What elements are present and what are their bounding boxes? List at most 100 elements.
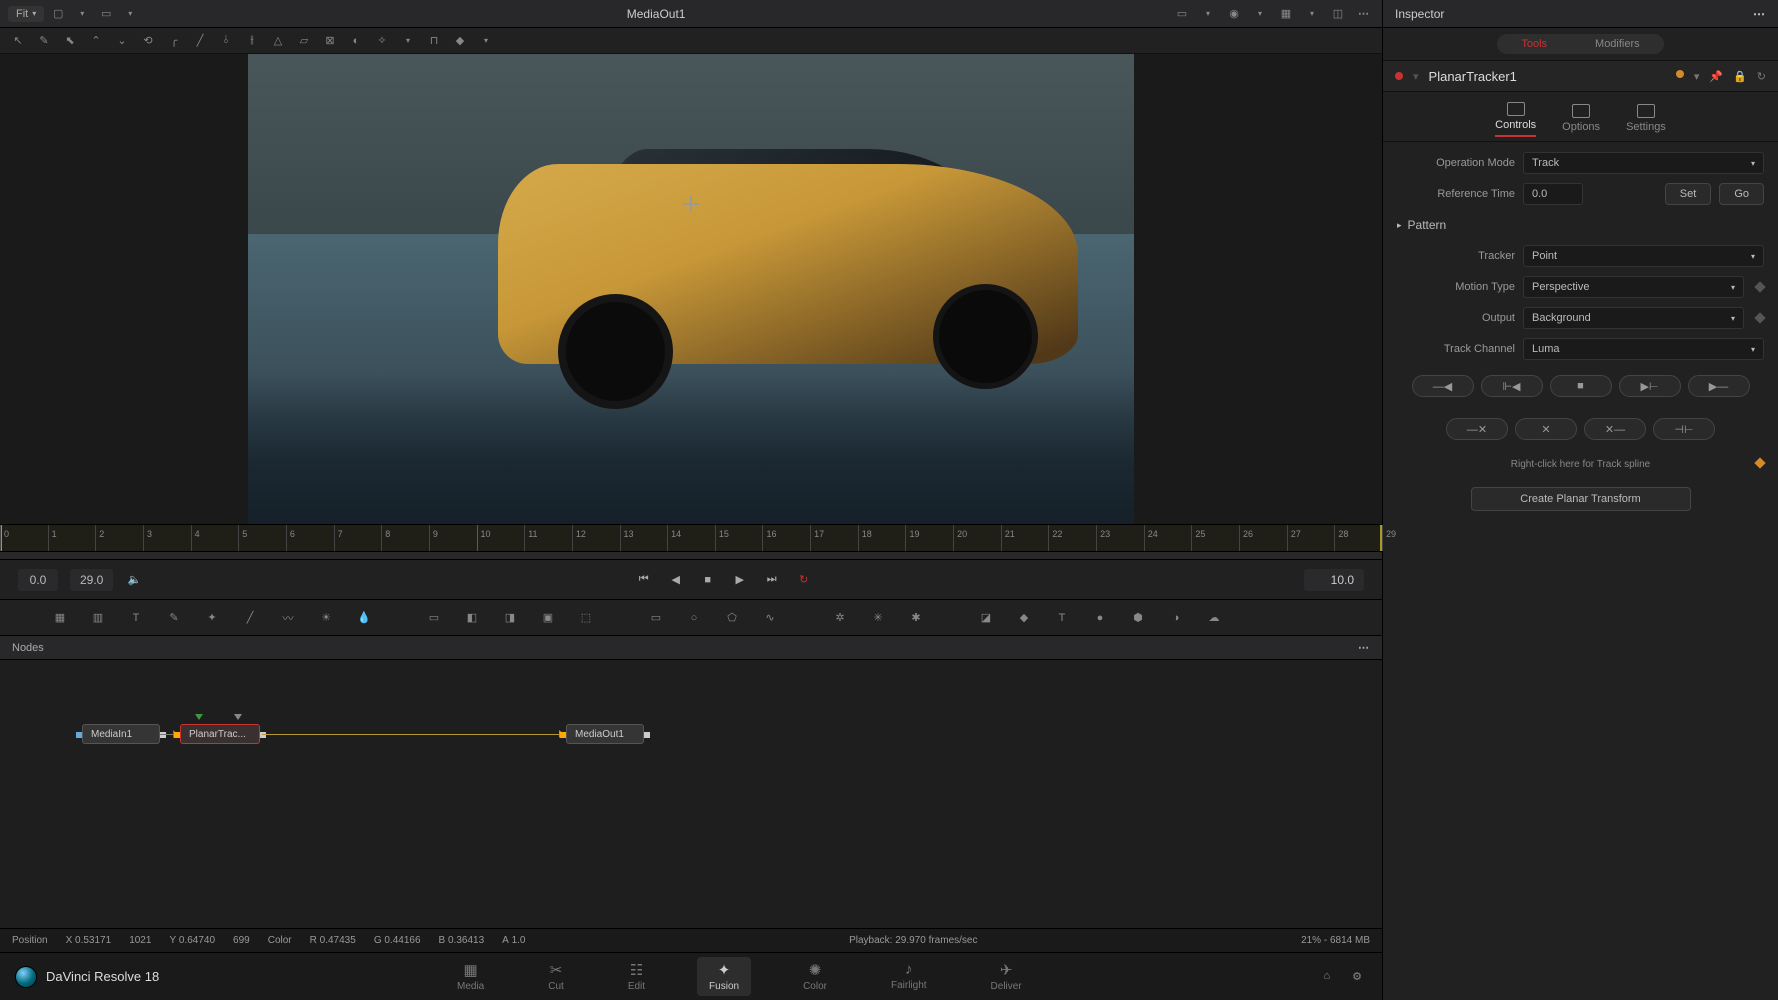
page-tab-deliver[interactable]: ✈Deliver — [979, 957, 1034, 996]
text-tool-icon[interactable]: T — [126, 608, 146, 628]
polygon-mask-icon[interactable]: ⬠ — [722, 608, 742, 628]
insert-point-icon[interactable]: ⌃ — [88, 33, 104, 49]
trim-button[interactable]: ⊣⊢ — [1653, 418, 1715, 440]
motion-type-dropdown[interactable]: Perspective▾ — [1523, 276, 1744, 298]
node-mediaout1[interactable]: MediaOut1 — [566, 724, 644, 744]
page-tab-edit[interactable]: ☷Edit — [616, 957, 657, 996]
delete-after-button[interactable]: ✕— — [1584, 418, 1646, 440]
key-icon[interactable]: ◆ — [452, 33, 468, 49]
keyframe-indicator-icon[interactable] — [1676, 70, 1684, 78]
tab-modifiers[interactable]: Modifiers — [1571, 34, 1664, 54]
key-dd-icon[interactable]: ▾ — [478, 33, 494, 49]
range-in-field[interactable]: 0.0 — [18, 569, 58, 591]
hue-tool-icon[interactable]: 💧 — [354, 608, 374, 628]
prender-tool-icon[interactable]: ✳ — [868, 608, 888, 628]
delete-before-button[interactable]: —✕ — [1446, 418, 1508, 440]
node-port-out-icon[interactable] — [260, 732, 266, 738]
track-to-start-button[interactable]: —◀ — [1412, 375, 1474, 397]
node-port-in-icon[interactable] — [174, 732, 180, 738]
go-start-icon[interactable]: ⏮ — [635, 571, 653, 589]
text3d-tool-icon[interactable]: T — [1052, 608, 1072, 628]
track-spline-hint[interactable]: Right-click here for Track spline — [1511, 459, 1651, 470]
keyframe-diamond-icon[interactable] — [1754, 312, 1765, 323]
keyframe-diamond-icon[interactable] — [1754, 457, 1765, 468]
particles-tool-icon[interactable]: ✲ — [830, 608, 850, 628]
track-to-end-button[interactable]: ▶— — [1688, 375, 1750, 397]
background-tool-icon[interactable]: ▦ — [50, 608, 70, 628]
bspline-mask-icon[interactable]: ∿ — [760, 608, 780, 628]
fit-zoom-dropdown[interactable]: Fit▾ — [8, 6, 44, 22]
keyframe-diamond-icon[interactable] — [1754, 281, 1765, 292]
playhead[interactable] — [477, 525, 478, 551]
create-planar-transform-button[interactable]: Create Planar Transform — [1471, 487, 1691, 511]
home-icon[interactable]: ⌂ — [1323, 970, 1330, 983]
shape3d-tool-icon[interactable]: ◪ — [976, 608, 996, 628]
subview-dd-icon[interactable]: ▾ — [1198, 5, 1218, 23]
magnet-icon[interactable]: ⊓ — [426, 33, 442, 49]
loop-icon[interactable]: ↻ — [795, 571, 813, 589]
track-backward-step-button[interactable]: ⊩◀ — [1481, 375, 1543, 397]
project-settings-icon[interactable]: ⚙ — [1352, 970, 1362, 983]
globe-dd-icon[interactable]: ▾ — [1250, 5, 1270, 23]
tab-tools[interactable]: Tools — [1497, 34, 1571, 54]
tracker-dropdown[interactable]: Point▾ — [1523, 245, 1764, 267]
arrow-tool-icon[interactable]: ↖ — [10, 33, 26, 49]
page-tab-fusion[interactable]: ✦Fusion — [697, 957, 751, 996]
link-icon[interactable]: ⫲ — [244, 33, 260, 49]
node-mediain1[interactable]: MediaIn1 — [82, 724, 160, 744]
colorcorrector-tool-icon[interactable]: ╱ — [240, 608, 260, 628]
page-tab-media[interactable]: ▦Media — [445, 957, 496, 996]
set-button[interactable]: Set — [1665, 183, 1712, 205]
node-port-in-icon[interactable] — [560, 732, 566, 738]
versions-icon[interactable]: ▾ — [1694, 70, 1700, 83]
pemitter-tool-icon[interactable]: ✱ — [906, 608, 926, 628]
output-dropdown[interactable]: Background▾ — [1523, 307, 1744, 329]
wand-icon[interactable]: ✧ — [374, 33, 390, 49]
viewer-layout-a-icon[interactable]: ▢ — [48, 5, 68, 23]
delete-current-button[interactable]: ✕ — [1515, 418, 1577, 440]
node-port-out-icon[interactable] — [160, 732, 166, 738]
mattecontrol-tool-icon[interactable]: ◨ — [500, 608, 520, 628]
grid-icon[interactable]: ▦ — [1276, 5, 1296, 23]
subview-icon[interactable]: ▭ — [1172, 5, 1192, 23]
step-back-icon[interactable]: ◀ — [667, 571, 685, 589]
viewer-layout-dropdown-icon[interactable]: ▾ — [120, 5, 140, 23]
grid-dd-icon[interactable]: ▾ — [1302, 5, 1322, 23]
current-frame-field[interactable]: 10.0 — [1304, 569, 1364, 591]
subtab-settings[interactable]: Settings — [1626, 104, 1666, 137]
operation-mode-dropdown[interactable]: Track▾ — [1523, 152, 1764, 174]
fastnoise-tool-icon[interactable]: ▥ — [88, 608, 108, 628]
track-channel-dropdown[interactable]: Luma▾ — [1523, 338, 1764, 360]
smooth-icon[interactable]: ⟲ — [140, 33, 156, 49]
viewer-lut-icon[interactable]: ▾ — [72, 5, 92, 23]
close-shape-icon[interactable]: △ — [270, 33, 286, 49]
audio-icon[interactable]: 🔈 — [125, 571, 143, 589]
rect-mask-icon[interactable]: ▱ — [296, 33, 312, 49]
node-graph[interactable]: MediaIn1 PlanarTrac... MediaOut1 — [0, 660, 1382, 928]
go-end-icon[interactable]: ⏭ — [763, 571, 781, 589]
wand-dd-icon[interactable]: ▾ — [400, 33, 416, 49]
range-slider[interactable] — [0, 552, 1382, 560]
node-planartracker1[interactable]: PlanarTrac... — [180, 724, 260, 744]
channelbool-tool-icon[interactable]: ◧ — [462, 608, 482, 628]
node-port-in-icon[interactable] — [76, 732, 82, 738]
inspector-options-icon[interactable]: ⋯ — [1753, 7, 1766, 21]
stop-icon[interactable]: ■ — [699, 571, 717, 589]
curve-b-icon[interactable]: ╱ — [192, 33, 208, 49]
delete-icon[interactable]: ⊠ — [322, 33, 338, 49]
merge-tool-icon[interactable]: ▭ — [424, 608, 444, 628]
lock-icon[interactable]: 🔒 — [1733, 70, 1747, 83]
camera3d-tool-icon[interactable]: ● — [1090, 608, 1110, 628]
node-port-out-icon[interactable] — [644, 732, 650, 738]
node-enable-dot-icon[interactable] — [1395, 72, 1403, 80]
ellipse-mask-icon[interactable]: ○ — [684, 608, 704, 628]
range-out-field[interactable]: 29.0 — [70, 569, 113, 591]
curve-a-icon[interactable]: ╭ — [166, 33, 182, 49]
reduce-icon[interactable]: ◐ — [348, 33, 364, 49]
split-view-icon[interactable]: ◫ — [1328, 5, 1348, 23]
play-icon[interactable]: ▶ — [731, 571, 749, 589]
pen-tool-icon[interactable]: ✎ — [36, 33, 52, 49]
select-tool-icon[interactable]: ⬉ — [62, 33, 78, 49]
pin-icon[interactable]: 📌 — [1709, 70, 1723, 83]
subtab-controls[interactable]: Controls — [1495, 102, 1536, 137]
